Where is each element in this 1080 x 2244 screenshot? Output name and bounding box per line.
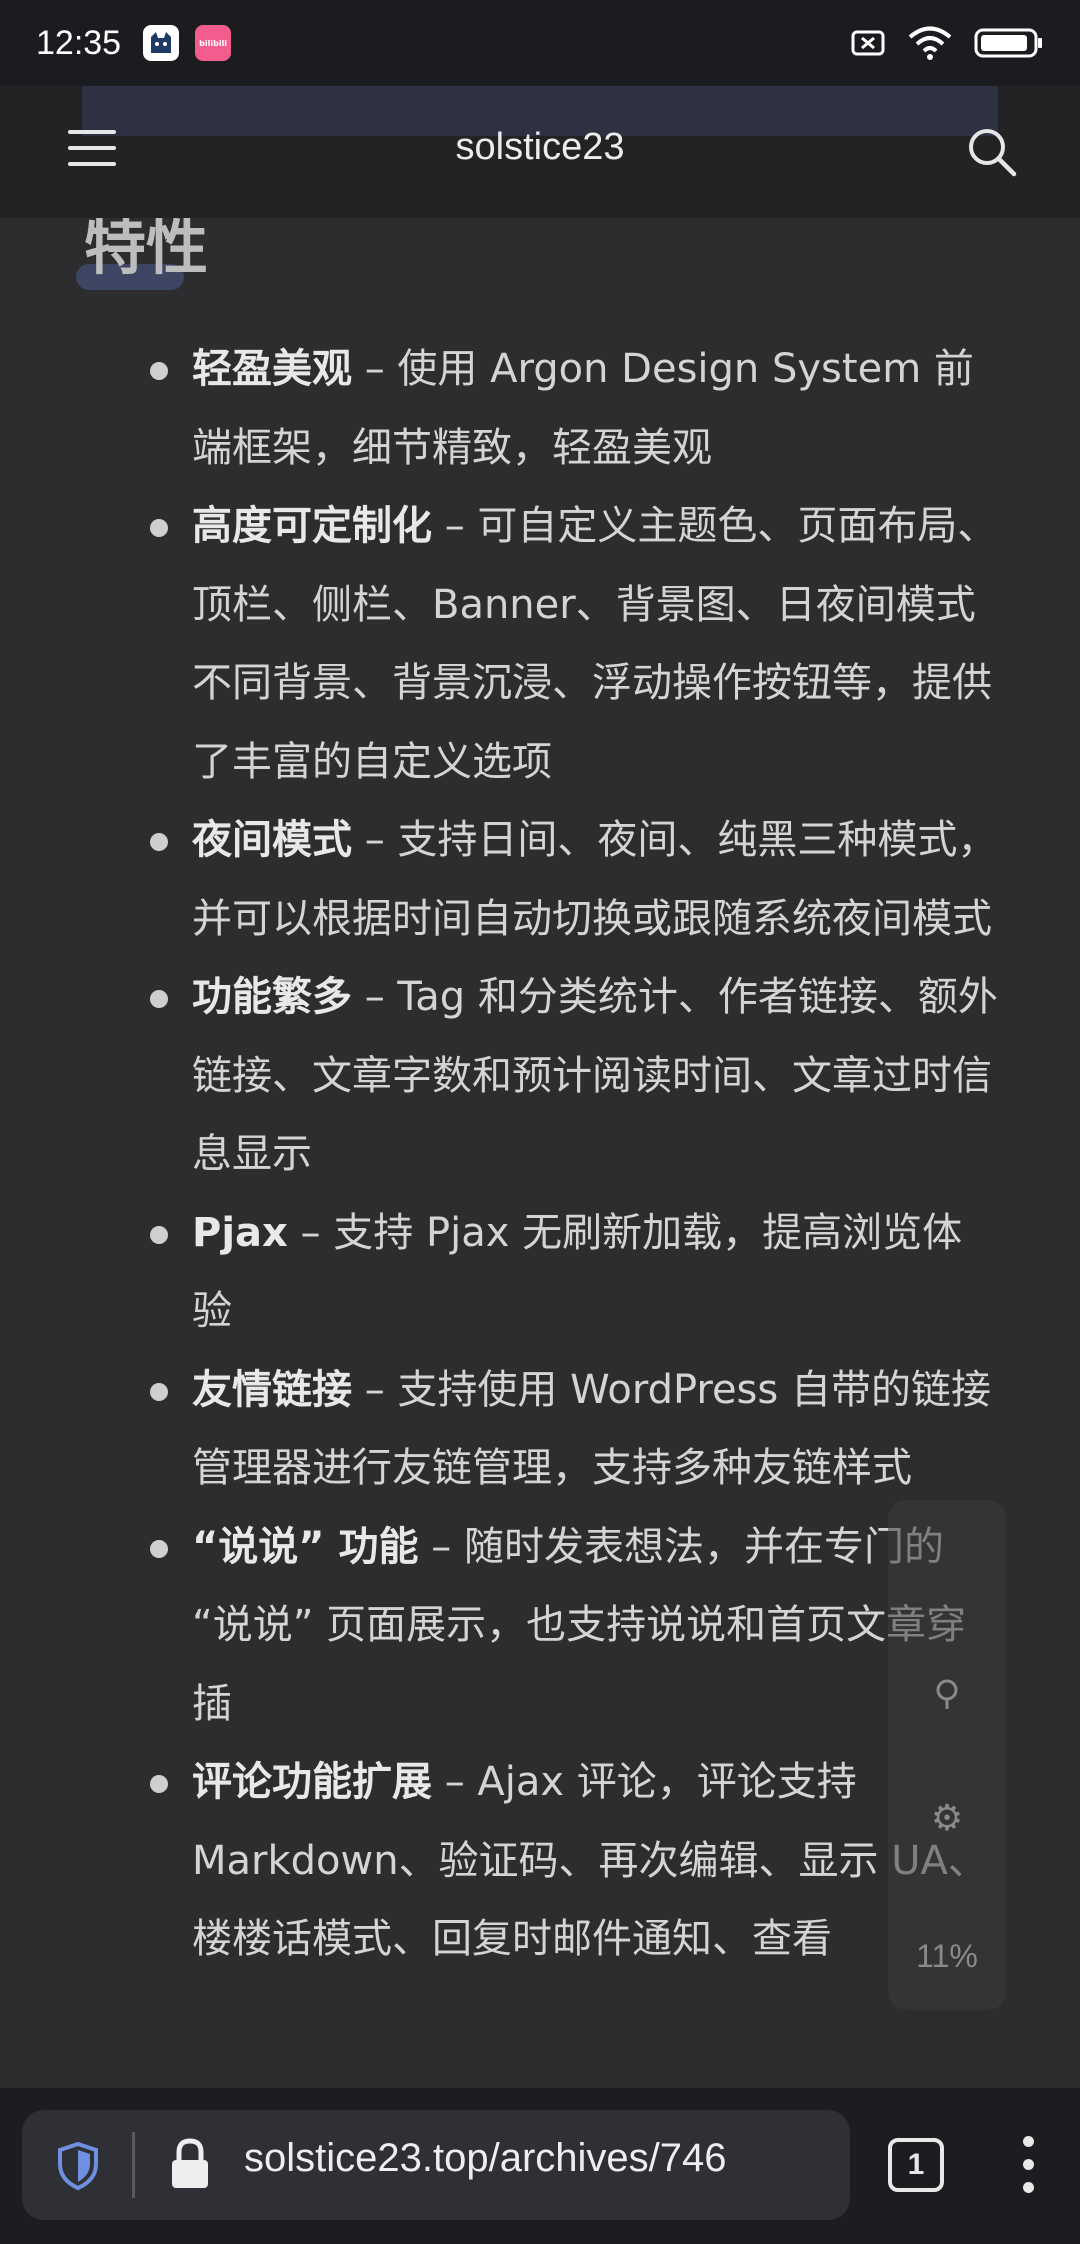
feature-title: 评论功能扩展: [192, 1759, 432, 1805]
status-time: 12:35: [36, 23, 122, 62]
shield-icon[interactable]: [52, 2140, 104, 2192]
cat-app-icon: [143, 25, 180, 61]
list-item: 高度可定制化 – 可自定义主题色、页面布局、顶栏、侧栏、Banner、背景图、日…: [0, 487, 1080, 801]
tab-switcher-button[interactable]: 1: [888, 2138, 944, 2192]
address-divider: [132, 2132, 135, 2198]
bilibili-badge-text: bilibili: [199, 38, 228, 48]
wifi-icon: [908, 26, 952, 60]
feature-description: – 支持 Pjax 无刷新加载，提高浏览体验: [192, 1209, 963, 1335]
reading-progress-text: 11%: [916, 1938, 978, 1974]
list-item: Pjax – 支持 Pjax 无刷新加载，提高浏览体验: [0, 1194, 1080, 1351]
search-icon[interactable]: [966, 126, 1018, 178]
tab-count: 1: [907, 2148, 925, 2181]
feature-title: Pjax: [192, 1209, 288, 1256]
address-bar[interactable]: solstice23.top/archives/746: [22, 2110, 850, 2220]
feature-title: 友情链接: [192, 1366, 352, 1413]
feature-title: “说说” 功能: [192, 1523, 419, 1570]
list-item: 友情链接 – 支持使用 WordPress 自带的链接管理器进行友链管理，支持多…: [0, 1351, 1080, 1508]
gear-icon: ⚙: [930, 1798, 964, 1839]
status-bar: 12:35 bilibili: [0, 0, 1080, 86]
settings-toggle-button[interactable]: [888, 1678, 1006, 1721]
no-sim-icon: [851, 30, 885, 56]
floating-action-panel: ⚙ 11%: [888, 1500, 1006, 2010]
settings-button[interactable]: ⚙: [888, 1798, 1006, 1839]
status-icons: [850, 26, 1044, 60]
site-title[interactable]: solstice23: [0, 126, 1080, 169]
feature-title: 轻盈美观: [192, 346, 352, 392]
lock-icon[interactable]: [168, 2136, 212, 2192]
top-app-bar: solstice23: [0, 86, 1080, 218]
feature-title: 高度可定制化: [192, 503, 432, 549]
settings-toggle-icon: [936, 1679, 958, 1709]
section-heading: 特性: [84, 218, 209, 283]
list-item: 轻盈美观 – 使用 Argon Design System 前端框架，细节精致，…: [0, 330, 1080, 487]
reading-progress-button[interactable]: 11%: [888, 1938, 1006, 1975]
bilibili-icon: bilibili: [195, 25, 232, 61]
feature-title: 功能繁多: [192, 974, 352, 1020]
list-item: 夜间模式 – 支持日间、夜间、纯黑三种模式，并可以根据时间自动切换或跟随系统夜间…: [0, 801, 1080, 958]
battery-icon: [974, 28, 1042, 58]
url-text[interactable]: solstice23.top/archives/746: [244, 2136, 727, 2181]
browser-bottom-bar: solstice23.top/archives/746 1: [0, 2088, 1080, 2244]
list-item: 功能繁多 – Tag 和分类统计、作者链接、额外链接、文章字数和预计阅读时间、文…: [0, 958, 1080, 1194]
feature-title: 夜间模式: [192, 817, 352, 863]
more-vert-icon[interactable]: [1016, 2136, 1040, 2196]
